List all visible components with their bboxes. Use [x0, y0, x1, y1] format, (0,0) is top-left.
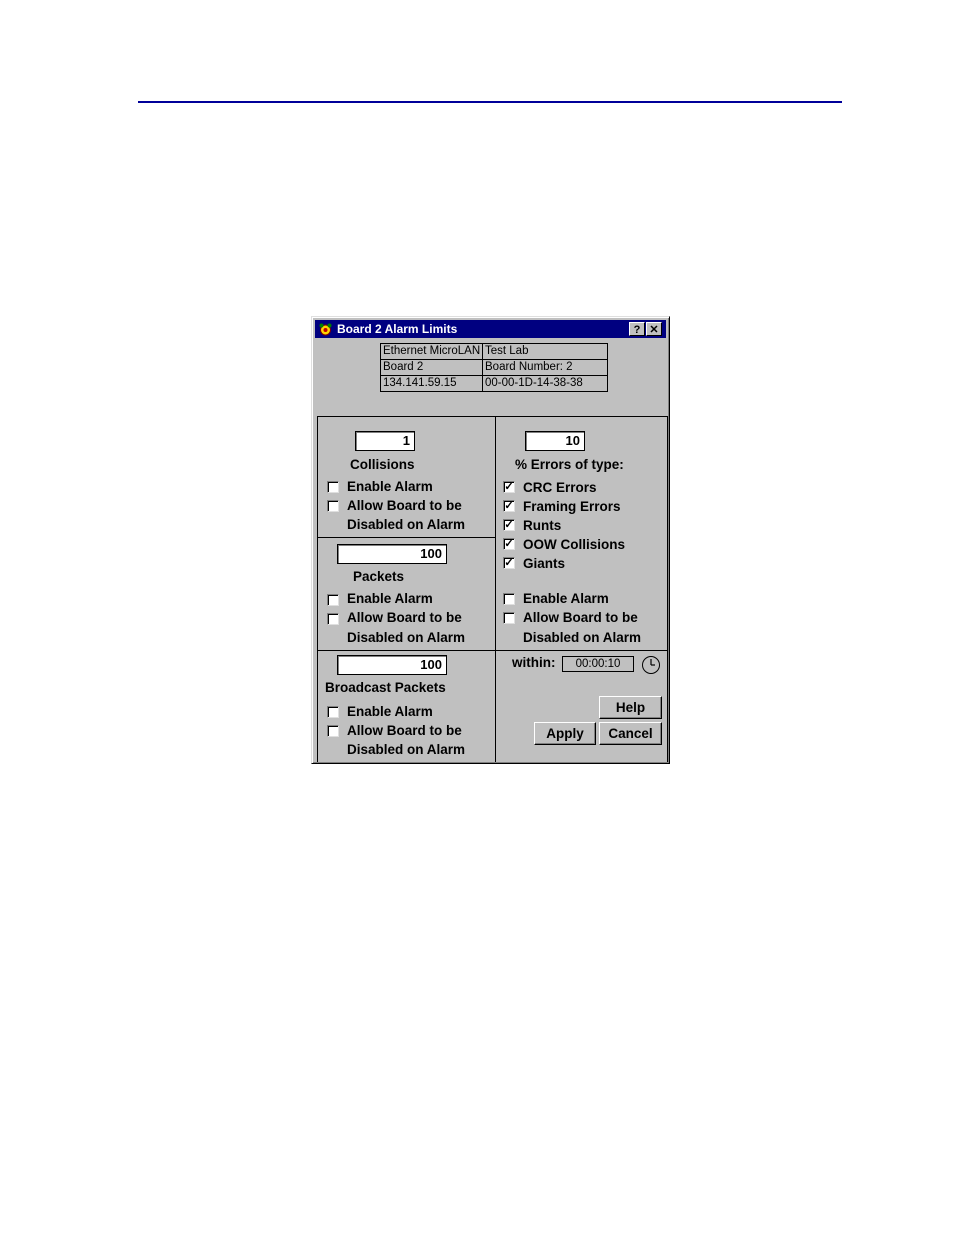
- help-title-button[interactable]: ?: [629, 322, 645, 336]
- errors-label: % Errors of type:: [515, 457, 624, 472]
- packets-enable-alarm-label: Enable Alarm: [347, 591, 433, 606]
- collisions-enable-alarm-label: Enable Alarm: [347, 479, 433, 494]
- collisions-enable-alarm-checkbox[interactable]: [327, 481, 339, 493]
- errors-allow-disable-label-line2: Disabled on Alarm: [523, 630, 642, 645]
- giants-checkbox[interactable]: ✓: [503, 557, 515, 569]
- section-divider: [317, 650, 668, 651]
- oow-collisions-label: OOW Collisions: [523, 537, 626, 552]
- cancel-button[interactable]: Cancel: [599, 722, 662, 745]
- title-bar[interactable]: Board 2 Alarm Limits ? ✕: [315, 320, 666, 338]
- apply-button[interactable]: Apply: [534, 722, 596, 745]
- broadcast-packets-input[interactable]: 100: [337, 655, 447, 675]
- alarm-limits-dialog: Board 2 Alarm Limits ? ✕ Ethernet MicroL…: [311, 316, 670, 764]
- info-cell: Ethernet MicroLAN: [380, 343, 483, 360]
- broadcast-enable-alarm-checkbox[interactable]: [327, 706, 339, 718]
- alarm-clock-icon: [319, 323, 332, 336]
- framing-errors-label: Framing Errors: [523, 499, 621, 514]
- broadcast-allow-disable-checkbox[interactable]: [327, 725, 339, 737]
- giants-label: Giants: [523, 556, 566, 571]
- packets-input[interactable]: 100: [337, 544, 447, 564]
- info-cell: 134.141.59.15: [380, 375, 483, 392]
- runts-checkbox[interactable]: ✓: [503, 519, 515, 531]
- broadcast-enable-alarm-label: Enable Alarm: [347, 704, 433, 719]
- info-cell: Board Number: 2: [482, 359, 608, 376]
- collisions-label: Collisions: [350, 457, 415, 472]
- info-cell: Board 2: [380, 359, 483, 376]
- help-button[interactable]: Help: [599, 696, 662, 719]
- collisions-allow-disable-checkbox[interactable]: [327, 500, 339, 512]
- oow-collisions-checkbox[interactable]: ✓: [503, 538, 515, 550]
- collisions-allow-disable-label: Allow Board to be: [347, 498, 462, 513]
- collisions-input[interactable]: 1: [355, 431, 415, 451]
- section-divider: [317, 537, 495, 538]
- broadcast-allow-disable-label: Allow Board to be: [347, 723, 462, 738]
- errors-percent-input[interactable]: 10: [525, 431, 585, 451]
- errors-enable-alarm-checkbox[interactable]: [503, 593, 515, 605]
- info-row: 134.141.59.15 00-00-1D-14-38-38: [380, 375, 608, 392]
- info-row: Ethernet MicroLAN Test Lab: [380, 343, 608, 360]
- collisions-allow-disable-label-line2: Disabled on Alarm: [347, 517, 466, 532]
- column-divider: [495, 416, 496, 762]
- framing-errors-checkbox[interactable]: ✓: [503, 500, 515, 512]
- broadcast-allow-disable-label-line2: Disabled on Alarm: [347, 742, 466, 757]
- page-header-rule: [138, 101, 842, 103]
- errors-allow-disable-label: Allow Board to be: [523, 610, 638, 625]
- runts-label: Runts: [523, 518, 562, 533]
- packets-label: Packets: [353, 569, 405, 584]
- packets-allow-disable-label-line2: Disabled on Alarm: [347, 630, 466, 645]
- clock-icon[interactable]: [641, 655, 661, 675]
- errors-enable-alarm-label: Enable Alarm: [523, 591, 609, 606]
- broadcast-packets-label: Broadcast Packets: [325, 680, 446, 695]
- crc-errors-label: CRC Errors: [523, 480, 597, 495]
- window-title: Board 2 Alarm Limits: [337, 322, 458, 336]
- packets-allow-disable-label: Allow Board to be: [347, 610, 462, 625]
- info-row: Board 2 Board Number: 2: [380, 359, 608, 376]
- packets-enable-alarm-checkbox[interactable]: [327, 594, 339, 606]
- info-cell: Test Lab: [482, 343, 608, 360]
- close-button[interactable]: ✕: [646, 322, 662, 336]
- within-time-field[interactable]: 00:00:10: [562, 656, 634, 672]
- packets-allow-disable-checkbox[interactable]: [327, 613, 339, 625]
- info-cell: 00-00-1D-14-38-38: [482, 375, 608, 392]
- errors-allow-disable-checkbox[interactable]: [503, 612, 515, 624]
- within-label: within:: [512, 655, 556, 670]
- board-info-table: Ethernet MicroLAN Test Lab Board 2 Board…: [380, 343, 608, 392]
- crc-errors-checkbox[interactable]: ✓: [503, 481, 515, 493]
